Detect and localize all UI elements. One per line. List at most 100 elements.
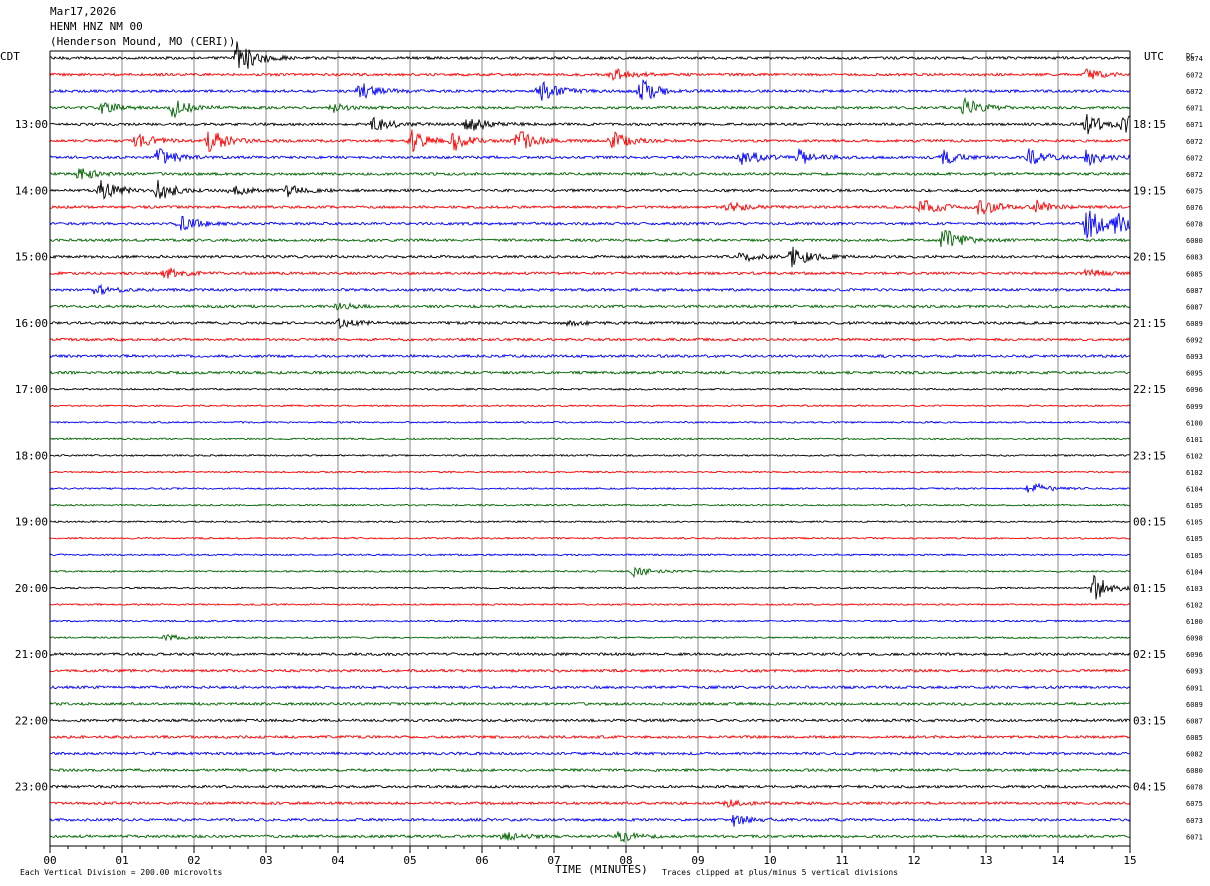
trace-30: [49, 553, 1131, 557]
cdt-hour-label: 21:00: [15, 648, 48, 661]
x-tick-label-11: 11: [835, 854, 848, 867]
trace-40: [49, 718, 1131, 723]
trace-22: [49, 420, 1131, 424]
x-axis-title: TIME (MINUTES): [555, 863, 648, 876]
dc-offset-8: 6075: [1186, 187, 1203, 195]
trace-23: [49, 437, 1131, 441]
dc-offset-18: 6093: [1186, 353, 1203, 361]
dc-offset-47: 6071: [1186, 833, 1203, 841]
trace-37: [49, 668, 1131, 674]
dc-offset-2: 6072: [1186, 88, 1203, 96]
dc-offset-25: 6102: [1186, 469, 1203, 477]
dc-offset-10: 6078: [1186, 221, 1203, 229]
cdt-hour-label: 14:00: [15, 184, 48, 197]
trace-32: [49, 574, 1131, 600]
dc-offset-26: 6104: [1186, 486, 1203, 494]
dc-offset-44: 6078: [1186, 784, 1203, 792]
trace-36: [49, 651, 1131, 657]
dc-offset-42: 6082: [1186, 751, 1203, 759]
utc-hour-label: 22:15: [1133, 383, 1166, 396]
trace-26: [49, 482, 1131, 493]
trace-42: [49, 751, 1130, 756]
cdt-hour-label: 19:00: [15, 516, 48, 529]
dc-offset-7: 6072: [1186, 171, 1203, 179]
utc-hour-label: 01:15: [1133, 582, 1166, 595]
dc-offset-4: 6071: [1186, 121, 1203, 129]
cdt-hour-label: 15:00: [15, 251, 48, 264]
x-tick-label-02: 02: [187, 854, 200, 867]
cdt-hour-label: 22:00: [15, 714, 48, 727]
dc-offset-12: 6083: [1186, 254, 1203, 262]
trace-19: [49, 370, 1131, 376]
utc-hour-label: 04:15: [1133, 781, 1166, 794]
cdt-hour-label: 23:00: [15, 781, 48, 794]
helicorder-plot: 6074607260726071607160726072607260756076…: [0, 41, 1203, 877]
trace-27: [49, 503, 1131, 507]
dc-offset-37: 6093: [1186, 668, 1203, 676]
dc-offset-14: 6087: [1186, 287, 1203, 295]
dc-offset-32: 6103: [1186, 585, 1203, 593]
x-tick-label-13: 13: [979, 854, 992, 867]
cdt-hour-label: 13:00: [15, 118, 48, 131]
trace-6: [49, 148, 1131, 167]
trace-3: [49, 96, 1131, 119]
trace-9: [49, 199, 1131, 215]
x-tick-label-06: 06: [475, 854, 488, 867]
cdt-hour-label: 18:00: [15, 449, 48, 462]
x-tick-label-00: 00: [43, 854, 56, 867]
utc-hour-label: 20:15: [1133, 251, 1166, 264]
dc-offset-21: 6099: [1186, 403, 1203, 411]
scale-note: Each Vertical Division = 200.00 microvol…: [20, 868, 222, 877]
x-tick-label-09: 09: [691, 854, 704, 867]
x-tick-label-10: 10: [763, 854, 776, 867]
trace-31: [49, 566, 1131, 579]
x-tick-label-04: 04: [331, 854, 345, 867]
trace-20: [49, 387, 1131, 391]
trace-28: [49, 520, 1131, 524]
trace-35: [49, 633, 1130, 642]
minute-grid: [121, 51, 1059, 846]
dc-offset-36: 6096: [1186, 651, 1203, 659]
trace-11: [49, 229, 1131, 248]
x-tick-label-15: 15: [1123, 854, 1136, 867]
trace-46: [49, 814, 1131, 827]
dc-offset-30: 6105: [1186, 552, 1203, 560]
x-tick-label-12: 12: [907, 854, 920, 867]
dc-offset-38: 6091: [1186, 684, 1203, 692]
trace-29: [49, 536, 1131, 540]
dc-offset-23: 6101: [1186, 436, 1203, 444]
dc-label: DC: [1186, 52, 1194, 60]
trace-17: [49, 337, 1131, 342]
cdt-hour-label: 20:00: [15, 582, 48, 595]
dc-offset-41: 6085: [1186, 734, 1203, 742]
trace-21: [49, 404, 1131, 408]
trace-1: [49, 68, 1131, 81]
dc-offset-17: 6092: [1186, 337, 1203, 345]
utc-hour-label: 21:15: [1133, 317, 1166, 330]
utc-hour-label: 18:15: [1133, 118, 1166, 131]
trace-2: [49, 79, 1131, 101]
dc-offset-28: 6105: [1186, 519, 1203, 527]
trace-18: [49, 353, 1131, 359]
utc-axis-label: UTC: [1144, 50, 1164, 63]
trace-15: [49, 302, 1131, 311]
dc-offset-13: 6085: [1186, 270, 1203, 278]
dc-offset-40: 6087: [1186, 717, 1203, 725]
dc-offset-3: 6071: [1186, 105, 1203, 113]
dc-offset-1: 6072: [1186, 72, 1203, 80]
trace-7: [49, 168, 1131, 180]
utc-hour-label: 00:15: [1133, 516, 1166, 529]
x-tick-label-14: 14: [1051, 854, 1065, 867]
clip-note: Traces clipped at plus/minus 5 vertical …: [662, 868, 898, 877]
dc-offset-31: 6104: [1186, 568, 1203, 576]
trace-25: [50, 470, 1131, 474]
trace-13: [49, 267, 1131, 279]
cdt-hour-label: 17:00: [15, 383, 48, 396]
cdt-hour-label: 16:00: [15, 317, 48, 330]
x-tick-label-01: 01: [115, 854, 128, 867]
dc-offset-16: 6089: [1186, 320, 1203, 328]
dc-offset-34: 6100: [1186, 618, 1203, 626]
dc-offset-29: 6105: [1186, 535, 1203, 543]
trace-38: [49, 684, 1131, 690]
trace-4: [49, 114, 1131, 135]
